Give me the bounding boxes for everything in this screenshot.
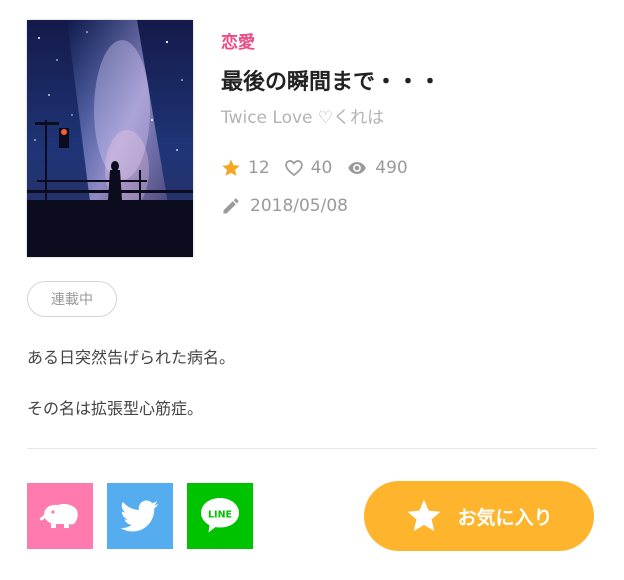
elephant-icon xyxy=(39,504,78,528)
likes-count: 40 xyxy=(310,158,333,178)
stats-row: 12 40 490 xyxy=(221,156,422,180)
likes-stat: 40 xyxy=(284,158,333,178)
favorite-label: お気に入り xyxy=(457,506,553,529)
genre-label[interactable]: 恋愛 xyxy=(221,28,255,53)
share-twitter-button[interactable] xyxy=(107,483,173,549)
date-text: 2018/05/08 xyxy=(250,196,348,216)
divider xyxy=(27,448,597,449)
summary-line: ある日突然告げられた病名。 xyxy=(27,348,236,367)
views-count: 490 xyxy=(375,158,408,178)
line-logo-icon: LINE xyxy=(201,498,239,533)
update-date: 2018/05/08 xyxy=(221,194,348,218)
star-icon xyxy=(222,159,240,176)
author-name[interactable]: Twice Love ♡くれは xyxy=(221,103,384,128)
pencil-icon xyxy=(223,198,239,214)
cover-image xyxy=(27,20,193,257)
heart-icon xyxy=(284,160,303,177)
eye-icon xyxy=(348,162,367,174)
status-badge: 連載中 xyxy=(27,281,117,317)
summary: ある日突然告げられた病名。 その名は拡張型心筋症。 xyxy=(27,343,235,424)
summary-line: その名は拡張型心筋症。 xyxy=(27,399,204,418)
stars-count: 12 xyxy=(248,158,270,178)
favorite-button[interactable]: お気に入り xyxy=(364,481,594,551)
views-stat: 490 xyxy=(346,158,408,178)
twitter-bird-icon xyxy=(121,500,159,532)
novel-title: 最後の瞬間まで・・・ xyxy=(221,70,442,95)
share-line-button[interactable]: LINE xyxy=(187,483,253,549)
stars-stat: 12 xyxy=(221,158,270,178)
star-icon xyxy=(408,499,441,532)
share-pink-button[interactable] xyxy=(27,483,93,549)
line-logo-text: LINE xyxy=(208,510,232,521)
